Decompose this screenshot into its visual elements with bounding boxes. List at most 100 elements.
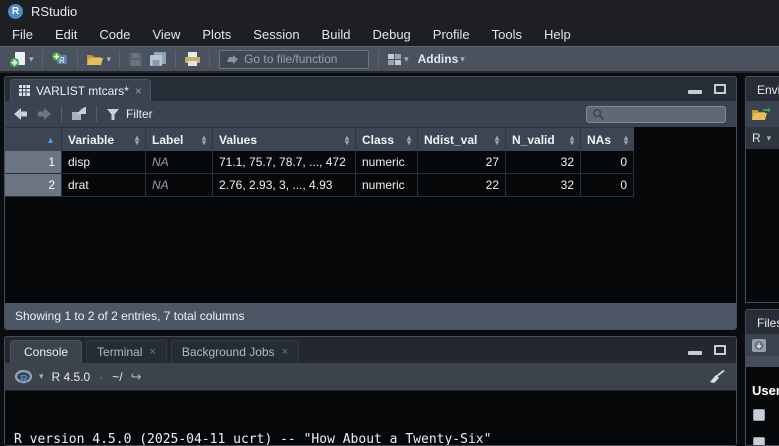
close-icon[interactable]: × (149, 347, 155, 357)
addins-button[interactable]: Addins (418, 52, 459, 66)
menu-plots[interactable]: Plots (191, 27, 242, 42)
search-icon (592, 108, 605, 121)
column-header-ndist-val[interactable]: Ndist_val ▴▾ (418, 128, 506, 151)
row-number: 1 (5, 151, 62, 173)
open-folder-icon (86, 52, 105, 67)
window-title: RStudio (31, 4, 77, 19)
maximize-icon[interactable] (714, 345, 726, 355)
working-directory-label: ~/ (112, 370, 122, 384)
files-path-label[interactable]: Users (752, 383, 779, 398)
menu-build[interactable]: Build (311, 27, 362, 42)
popout-window-button[interactable] (71, 107, 87, 121)
cell-class: numeric (356, 151, 418, 173)
table-row[interactable]: 1 disp NA 71.1, 75.7, 78.7, ..., 472 num… (5, 151, 634, 174)
caret-down-icon[interactable]: ▾ (29, 54, 34, 65)
column-header-variable[interactable]: Variable ▴▾ (62, 128, 146, 151)
goto-directory-icon[interactable]: ↪ (131, 369, 142, 385)
environment-pane: Environment R ▾ (745, 76, 779, 303)
file-checkbox[interactable] (753, 409, 765, 421)
new-project-button[interactable]: R (48, 49, 72, 70)
console-output[interactable]: R version 4.5.0 (2025-04-11 ucrt) -- "Ho… (5, 391, 736, 446)
close-icon[interactable]: × (282, 347, 288, 357)
tab-files[interactable]: Files (751, 312, 779, 334)
menu-tools[interactable]: Tools (481, 27, 533, 42)
caret-down-icon[interactable]: ▾ (39, 371, 44, 382)
clear-console-button[interactable] (708, 369, 726, 384)
menu-code[interactable]: Code (88, 27, 141, 42)
tab-background-jobs[interactable]: Background Jobs × (171, 340, 299, 363)
load-workspace-folder-icon[interactable] (751, 107, 771, 122)
menu-session[interactable]: Session (242, 27, 310, 42)
environment-toolbar (746, 101, 779, 127)
back-button[interactable] (13, 107, 29, 121)
cell-ndist-val: 22 (418, 174, 506, 196)
window-titlebar: R RStudio (0, 0, 779, 23)
column-header-values[interactable]: Values ▴▾ (213, 128, 356, 151)
cell-nas: 0 (581, 174, 634, 196)
tab-title: VARLIST mtcars* (36, 84, 129, 98)
console-line: R version 4.5.0 (2025-04-11 ucrt) -- "Ho… (14, 431, 727, 446)
menu-profile[interactable]: Profile (422, 27, 481, 42)
tab-varlist-mtcars[interactable]: VARLIST mtcars* × (10, 79, 151, 101)
menu-file[interactable]: File (1, 27, 44, 42)
workspace-panes-button[interactable]: ▾ (384, 51, 412, 68)
new-file-button[interactable]: ▾ (6, 49, 37, 70)
menu-edit[interactable]: Edit (44, 27, 88, 42)
console-pane: Console Terminal × Background Jobs × R ▾… (4, 336, 737, 446)
pane-window-buttons (688, 337, 726, 363)
menu-debug[interactable]: Debug (361, 27, 421, 42)
cell-label: NA (146, 151, 213, 173)
save-all-button[interactable] (146, 49, 170, 69)
caret-down-icon: ▾ (767, 133, 772, 144)
console-tabstrip: Console Terminal × Background Jobs × (5, 337, 736, 363)
menu-help[interactable]: Help (533, 27, 582, 42)
new-blank-file-icon[interactable] (751, 337, 767, 353)
column-header-class[interactable]: Class ▴▾ (356, 128, 418, 151)
filter-button[interactable]: Filter (106, 107, 153, 121)
menu-view[interactable]: View (141, 27, 191, 42)
table-row[interactable]: 2 drat NA 2.76, 2.93, 3, ..., 4.93 numer… (5, 174, 634, 197)
toolbar-separator (209, 50, 210, 68)
separator-dot: · (99, 370, 103, 384)
toolbar-separator (77, 50, 78, 68)
tab-environment[interactable]: Environment (751, 79, 779, 101)
r-version-label[interactable]: R 4.5.0 (52, 370, 91, 384)
sort-arrows-icon: ▴▾ (566, 135, 574, 145)
viewer-search-box[interactable] (586, 106, 726, 123)
data-viewer-pane: VARLIST mtcars* × Filter ▲ Variable ▴▾ (4, 76, 737, 330)
column-label: Class (362, 133, 394, 147)
environment-language-selector[interactable]: R ▾ (746, 127, 779, 149)
print-button[interactable] (181, 49, 204, 69)
column-label: Ndist_val (424, 133, 477, 147)
caret-down-icon[interactable]: ▾ (107, 54, 112, 65)
tab-terminal[interactable]: Terminal × (86, 340, 167, 363)
minimize-icon[interactable] (688, 351, 702, 355)
viewer-search-input[interactable] (605, 107, 715, 121)
column-header-nas[interactable]: NAs ▴▾ (581, 128, 634, 151)
forward-button[interactable] (36, 107, 52, 121)
toolbar-separator (42, 50, 43, 68)
tab-console[interactable]: Console (10, 340, 82, 363)
column-label: NAs (587, 133, 611, 147)
column-header-rownum[interactable]: ▲ (5, 128, 62, 151)
new-project-icon: R (51, 51, 69, 68)
file-checkbox[interactable] (753, 437, 765, 446)
column-header-label[interactable]: Label ▴▾ (146, 128, 213, 151)
minimize-icon[interactable] (688, 90, 702, 94)
files-toolbar (746, 334, 779, 356)
open-file-button[interactable]: ▾ (83, 50, 115, 69)
caret-down-icon[interactable]: ▾ (460, 54, 465, 65)
cell-label: NA (146, 174, 213, 196)
close-icon[interactable]: × (135, 86, 142, 96)
panes-grid-icon (387, 53, 402, 66)
caret-down-icon[interactable]: ▾ (404, 54, 409, 65)
maximize-icon[interactable] (714, 84, 726, 94)
files-pane: Files Users (745, 309, 779, 446)
goto-file-function-input[interactable] (244, 52, 362, 66)
save-icon (128, 52, 143, 67)
save-button[interactable] (125, 50, 146, 69)
menu-bar: File Edit Code View Plots Session Build … (0, 23, 779, 46)
goto-file-function-box[interactable] (219, 50, 369, 69)
row-number: 2 (5, 174, 62, 196)
column-header-n-valid[interactable]: N_valid ▴▾ (506, 128, 581, 151)
